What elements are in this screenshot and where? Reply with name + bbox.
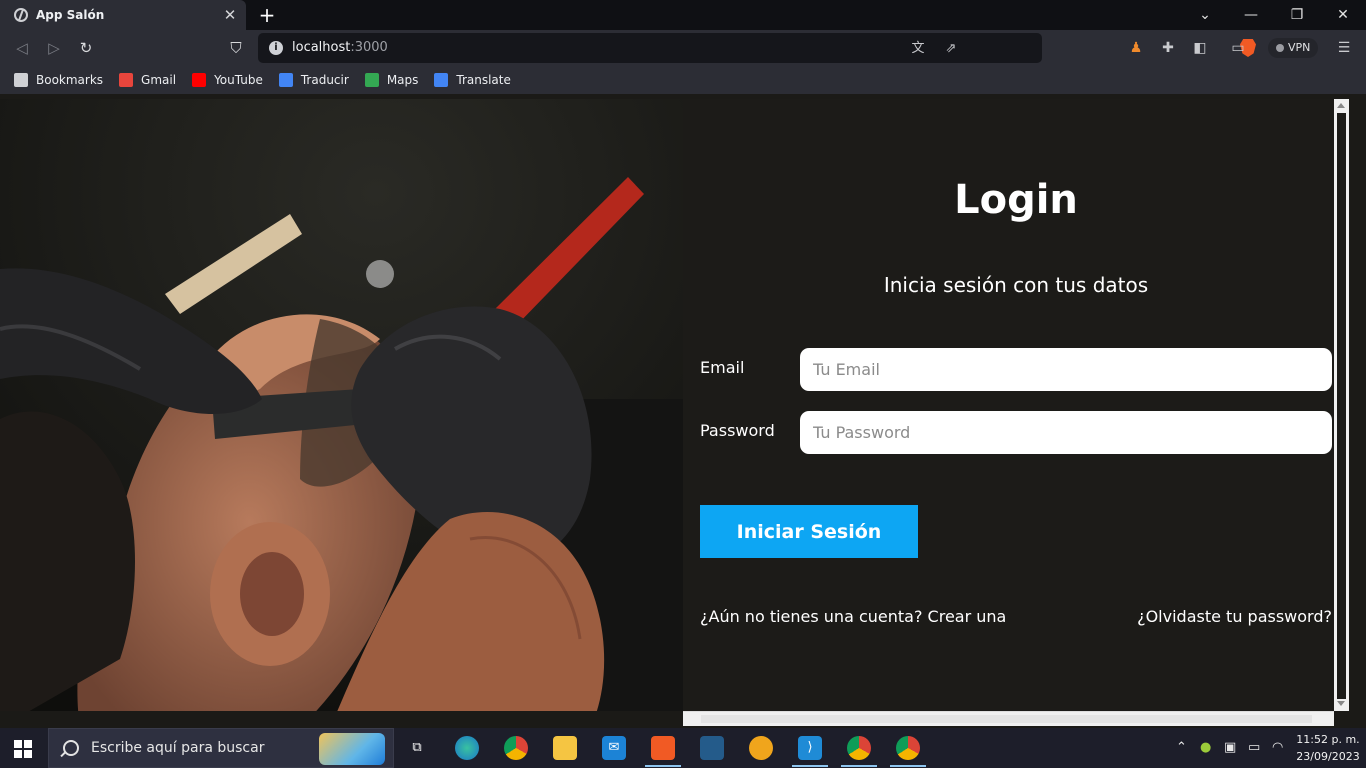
login-panel: Login Inicia sesión con tus datos Email … bbox=[683, 99, 1349, 711]
bookmark-item[interactable]: YouTube bbox=[192, 73, 263, 87]
vscode-icon[interactable]: ⟩ bbox=[798, 736, 822, 760]
bookmarks-bar: Bookmarks Gmail YouTube Traducir Maps Transla… bbox=[0, 66, 1366, 94]
reload-icon[interactable]: ↻ bbox=[76, 38, 96, 58]
vertical-scroll-thumb[interactable] bbox=[1337, 113, 1346, 699]
chrome-profile-icon[interactable] bbox=[896, 736, 920, 760]
gmail-icon bbox=[119, 73, 134, 87]
tab-strip: App Salón ✕ + ⌄ — ❐ ✕ bbox=[0, 0, 1366, 30]
bookmarks-icon bbox=[14, 73, 28, 87]
google-translate-icon bbox=[278, 73, 293, 87]
restore-button[interactable]: ❐ bbox=[1274, 0, 1320, 30]
bookmark-item[interactable]: Maps bbox=[364, 73, 419, 87]
translate-page-icon[interactable]: 文 bbox=[909, 40, 927, 58]
globe-icon bbox=[14, 8, 28, 22]
bookmark-page-icon[interactable]: ⛉ bbox=[226, 38, 246, 58]
email-label: Email bbox=[700, 358, 745, 377]
barber-hero-image bbox=[0, 99, 683, 711]
back-icon[interactable]: ◁ bbox=[12, 38, 32, 58]
create-account-link[interactable]: ¿Aún no tienes una cuenta? Crear una bbox=[700, 607, 1006, 626]
vertical-scrollbar[interactable] bbox=[1334, 99, 1349, 711]
bookmark-label: Traducir bbox=[300, 73, 349, 87]
search-icon bbox=[63, 740, 79, 756]
forgot-password-link[interactable]: ¿Olvidaste tu password? bbox=[1137, 607, 1332, 626]
new-tab-button[interactable]: + bbox=[256, 3, 278, 27]
site-info-icon[interactable]: i bbox=[269, 41, 283, 55]
tab-close-icon[interactable]: ✕ bbox=[220, 6, 240, 24]
password-label: Password bbox=[700, 421, 775, 440]
file-explorer-icon[interactable] bbox=[553, 736, 577, 760]
bookmark-label: Gmail bbox=[141, 73, 177, 87]
share-icon[interactable]: ⇗ bbox=[942, 40, 960, 58]
vscode-active-indicator bbox=[792, 765, 828, 767]
menu-icon[interactable]: ☰ bbox=[1334, 38, 1354, 58]
chrome-active-indicator bbox=[890, 765, 926, 767]
clock-date: 23/09/2023 bbox=[1296, 750, 1360, 763]
tab-title: App Salón bbox=[36, 8, 105, 22]
bookmark-label: Bookmarks bbox=[36, 73, 104, 87]
chrome-active-indicator bbox=[841, 765, 877, 767]
taskbar-search-placeholder: Escribe aquí para buscar bbox=[91, 740, 265, 756]
tray-chevron-icon[interactable]: ⌃ bbox=[1176, 740, 1187, 755]
page-title: Login bbox=[954, 177, 1078, 223]
close-window-button[interactable]: ✕ bbox=[1320, 0, 1366, 30]
tray-app-icon[interactable]: ● bbox=[1200, 740, 1211, 755]
bookmark-label: YouTube bbox=[214, 73, 263, 87]
bookmark-label: Translate bbox=[456, 73, 511, 87]
battery-icon[interactable]: ▭ bbox=[1248, 740, 1260, 755]
scroll-down-icon[interactable] bbox=[1337, 701, 1345, 706]
taskbar-search[interactable]: Escribe aquí para buscar bbox=[48, 728, 394, 768]
horizontal-scrollbar[interactable] bbox=[683, 711, 1334, 726]
address-bar[interactable]: i localhost:3000 文 ⇗ bbox=[258, 33, 1291, 63]
search-highlight-icon[interactable] bbox=[319, 733, 385, 765]
browser-tab[interactable]: App Salón ✕ bbox=[0, 0, 246, 30]
scroll-up-icon[interactable] bbox=[1337, 103, 1345, 108]
vpn-button[interactable]: VPN bbox=[1268, 38, 1319, 58]
maps-icon bbox=[364, 73, 379, 87]
password-input[interactable] bbox=[800, 411, 1332, 454]
chrome-icon[interactable] bbox=[504, 736, 528, 760]
email-field-group: Email bbox=[700, 348, 1332, 391]
forward-icon[interactable]: ▷ bbox=[44, 38, 64, 58]
wifi-icon[interactable]: ◠ bbox=[1272, 740, 1283, 755]
page-viewport: Login Inicia sesión con tus datos Email … bbox=[0, 99, 1349, 711]
leo-icon[interactable]: ♟ bbox=[1126, 38, 1146, 58]
tableplus-icon[interactable] bbox=[749, 736, 773, 760]
mysql-workbench-icon[interactable] bbox=[700, 736, 724, 760]
wallet-icon[interactable]: ▭ bbox=[1228, 38, 1248, 58]
bookmark-item[interactable]: Gmail bbox=[119, 73, 176, 87]
page-subtitle: Inicia sesión con tus datos bbox=[883, 273, 1149, 297]
url-text[interactable]: localhost:3000 bbox=[292, 40, 388, 55]
tray-device-icon[interactable]: ▣ bbox=[1224, 740, 1236, 755]
brave-icon[interactable] bbox=[651, 736, 675, 760]
bookmark-item[interactable]: Bookmarks bbox=[14, 73, 103, 87]
password-field-group: Password bbox=[700, 411, 1332, 454]
edge-icon[interactable] bbox=[455, 736, 479, 760]
tab-list-icon[interactable]: ⌄ bbox=[1182, 0, 1228, 30]
horizontal-scroll-thumb[interactable] bbox=[701, 715, 1312, 723]
youtube-icon bbox=[192, 73, 207, 87]
bookmark-item[interactable]: Traducir bbox=[278, 73, 349, 87]
bookmark-label: Maps bbox=[386, 73, 419, 87]
windows-start-icon[interactable] bbox=[14, 740, 32, 758]
bookmark-item[interactable]: Translate bbox=[434, 73, 511, 87]
task-view-icon[interactable]: ⧉ bbox=[405, 736, 429, 760]
clock-time: 11:52 p. m. bbox=[1296, 733, 1360, 746]
brave-active-indicator bbox=[645, 765, 681, 767]
login-button[interactable]: Iniciar Sesión bbox=[700, 505, 918, 558]
minimize-button[interactable]: — bbox=[1228, 0, 1274, 30]
chrome-profile-icon[interactable] bbox=[847, 736, 871, 760]
mail-icon[interactable]: ✉ bbox=[602, 736, 626, 760]
vpn-status-icon bbox=[1276, 44, 1284, 52]
sidebar-icon[interactable]: ◧ bbox=[1190, 38, 1210, 58]
email-input[interactable] bbox=[800, 348, 1332, 391]
google-translate-icon bbox=[434, 73, 449, 87]
system-clock[interactable]: 11:52 p. m. 23/09/2023 bbox=[1296, 731, 1360, 765]
extensions-icon[interactable]: ✚ bbox=[1158, 38, 1178, 58]
windows-taskbar: Escribe aquí para buscar ⧉ ✉ ⟩ ⌃ ● ▣ ▭ ◠… bbox=[0, 728, 1366, 768]
